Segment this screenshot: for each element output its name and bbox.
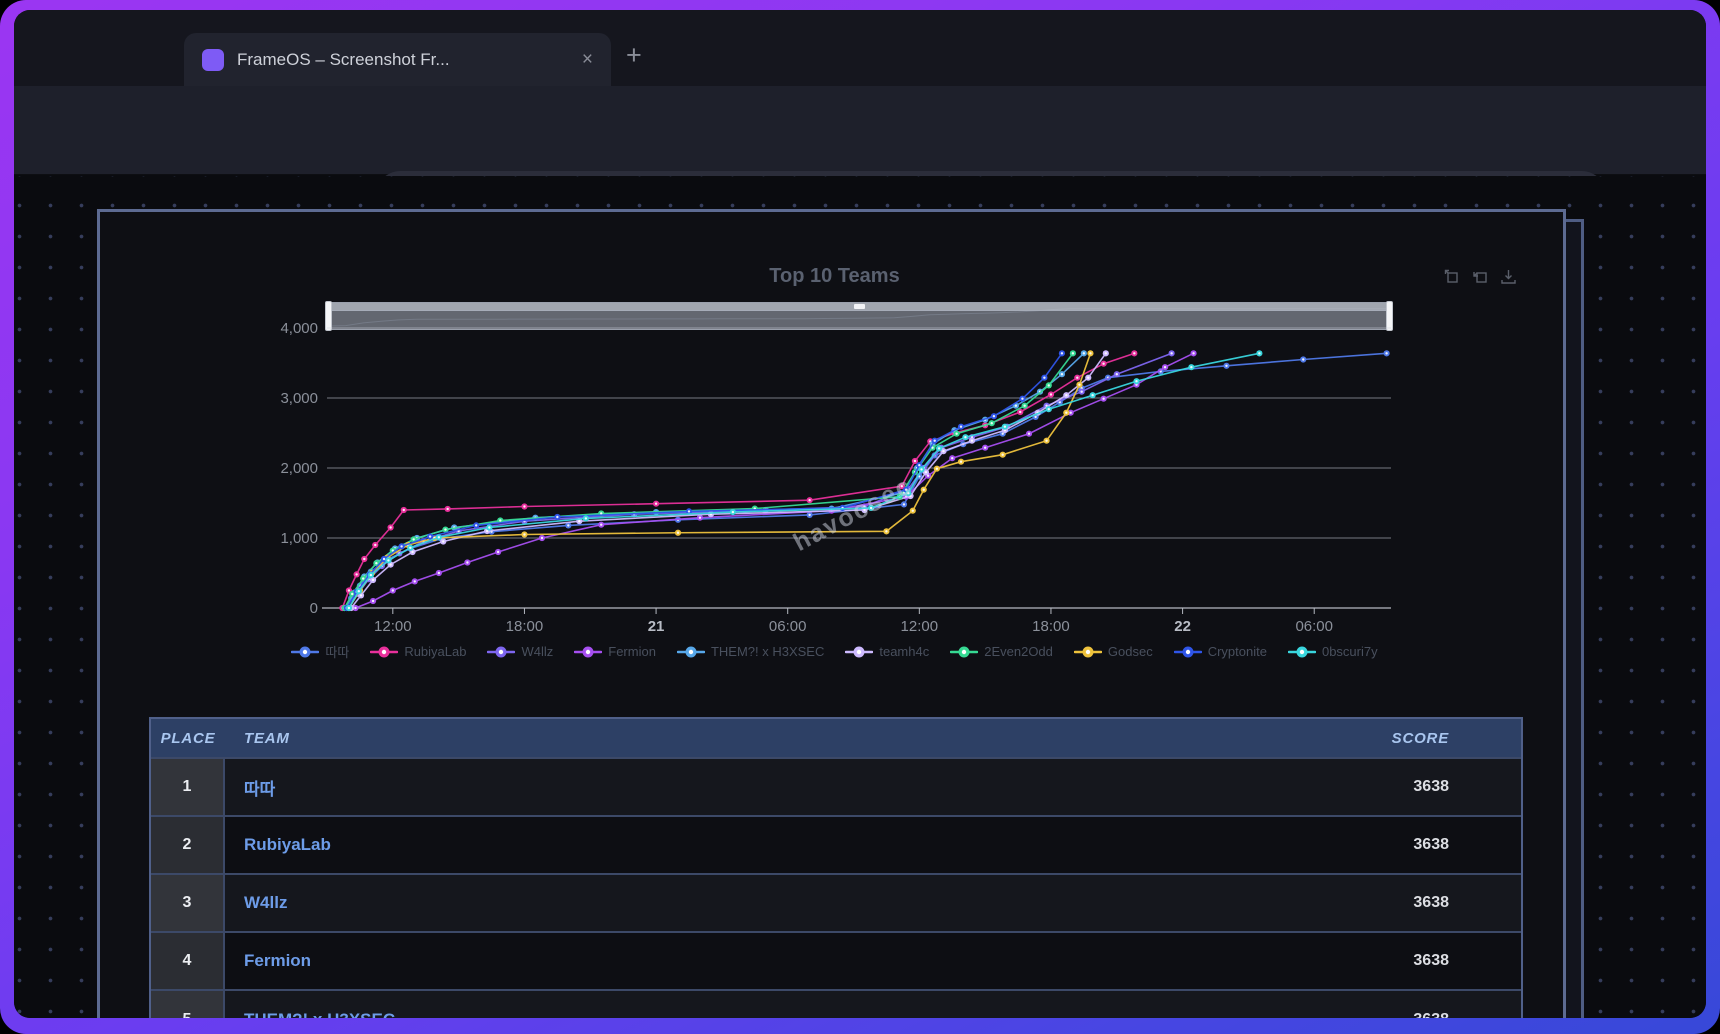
score-cell: 3638	[1291, 933, 1521, 989]
legend-item[interactable]: 0bscuri7y	[1288, 644, 1378, 659]
legend-marker-icon	[1074, 645, 1102, 659]
svg-text:2,000: 2,000	[280, 460, 318, 477]
table-row[interactable]: 1 따따 3638	[151, 759, 1521, 817]
legend-marker-icon	[950, 645, 978, 659]
browser-window: FrameOS – Screenshot Fr... × +	[14, 10, 1706, 1018]
svg-text:4,000: 4,000	[280, 320, 318, 337]
table-row[interactable]: 5 THEM?! x H3XSEC 3638	[151, 991, 1521, 1018]
legend-label: Fermion	[608, 644, 656, 659]
place-cell: 5	[151, 991, 225, 1018]
svg-text:1,000: 1,000	[280, 530, 318, 547]
legend-item[interactable]: 2Even2Odd	[950, 644, 1053, 659]
svg-text:12:00: 12:00	[901, 618, 939, 635]
column-header-team: TEAM	[225, 719, 1291, 757]
legend-item[interactable]: RubiyaLab	[370, 644, 466, 659]
team-link[interactable]: W4llz	[244, 893, 287, 913]
chart-legend: 따따 RubiyaLab W4llz Fermion THEM?! x H3XSEC te…	[100, 642, 1566, 661]
page-background: Top 10 Teams	[14, 176, 1706, 1018]
legend-marker-icon	[370, 645, 398, 659]
score-cell: 3638	[1291, 991, 1521, 1018]
team-cell: RubiyaLab	[225, 817, 1291, 873]
column-header-score: SCORE	[1291, 719, 1521, 757]
table-row[interactable]: 4 Fermion 3638	[151, 933, 1521, 991]
window-frame: FrameOS – Screenshot Fr... × +	[0, 0, 1720, 1034]
score-cell: 3638	[1291, 817, 1521, 873]
legend-label: 2Even2Odd	[984, 644, 1053, 659]
score-cell: 3638	[1291, 875, 1521, 931]
leaderboard-table: PLACE TEAM SCORE 1 따따 3638 2 RubiyaLab 3638 3W…	[149, 717, 1523, 1018]
team-link[interactable]: RubiyaLab	[244, 835, 331, 855]
legend-item[interactable]: 따따	[291, 642, 349, 661]
team-link[interactable]: 따따	[244, 775, 275, 800]
legend-item[interactable]: THEM?! x H3XSEC	[677, 644, 824, 659]
place-cell: 4	[151, 933, 225, 989]
legend-label: W4llz	[521, 644, 553, 659]
score-cell: 3638	[1291, 759, 1521, 815]
svg-text:3,000: 3,000	[280, 390, 318, 407]
legend-marker-icon	[845, 645, 873, 659]
team-cell: THEM?! x H3XSEC	[225, 991, 1291, 1018]
place-cell: 1	[151, 759, 225, 815]
column-header-place: PLACE	[151, 719, 225, 757]
score-progress-chart: 0 1,000 2,000 3,000 4,000 12:00 18:00 21 06:00 12…	[100, 212, 1566, 682]
legend-label: RubiyaLab	[404, 644, 466, 659]
scoreboard-card: Top 10 Teams	[97, 209, 1566, 1018]
legend-label: 따따	[325, 642, 349, 661]
legend-marker-icon	[291, 645, 319, 659]
team-cell: Fermion	[225, 933, 1291, 989]
score-chart-panel: Top 10 Teams	[100, 212, 1566, 682]
team-link[interactable]: Fermion	[244, 951, 311, 971]
svg-text:21: 21	[648, 618, 665, 635]
legend-item[interactable]: Fermion	[574, 644, 656, 659]
legend-marker-icon	[1288, 645, 1316, 659]
browser-tab[interactable]: FrameOS – Screenshot Fr... ×	[184, 33, 611, 86]
svg-text:12:00: 12:00	[374, 618, 412, 635]
svg-text:06:00: 06:00	[1295, 618, 1333, 635]
table-header-row: PLACE TEAM SCORE	[151, 719, 1521, 759]
svg-text:18:00: 18:00	[506, 618, 544, 635]
legend-item[interactable]: teamh4c	[845, 644, 929, 659]
browser-toolbar: frameos.app ☆ •••	[14, 86, 1706, 175]
team-cell: 따따	[225, 759, 1291, 815]
table-body: 1 따따 3638 2 RubiyaLab 3638 3 W4llz 3638 4 Fermion 3…	[151, 759, 1521, 1018]
legend-item[interactable]: Cryptonite	[1174, 644, 1267, 659]
legend-label: THEM?! x H3XSEC	[711, 644, 824, 659]
tab-title: FrameOS – Screenshot Fr...	[237, 50, 569, 70]
new-tab-button[interactable]: +	[626, 42, 642, 69]
svg-text:18:00: 18:00	[1032, 618, 1070, 635]
svg-text:06:00: 06:00	[769, 618, 807, 635]
svg-text:22: 22	[1174, 618, 1191, 635]
favicon-icon	[202, 49, 224, 71]
legend-marker-icon	[1174, 645, 1202, 659]
legend-label: Cryptonite	[1208, 644, 1267, 659]
legend-label: Godsec	[1108, 644, 1153, 659]
place-cell: 2	[151, 817, 225, 873]
legend-item[interactable]: Godsec	[1074, 644, 1153, 659]
table-row[interactable]: 2 RubiyaLab 3638	[151, 817, 1521, 875]
legend-marker-icon	[574, 645, 602, 659]
close-tab-icon[interactable]: ×	[582, 49, 593, 71]
legend-item[interactable]: W4llz	[487, 644, 553, 659]
team-link[interactable]: THEM?! x H3XSEC	[244, 1010, 395, 1018]
table-row[interactable]: 3 W4llz 3638	[151, 875, 1521, 933]
svg-text:0: 0	[310, 600, 318, 617]
place-cell: 3	[151, 875, 225, 931]
legend-marker-icon	[677, 645, 705, 659]
legend-label: 0bscuri7y	[1322, 644, 1378, 659]
tab-strip: FrameOS – Screenshot Fr... × +	[14, 10, 1706, 86]
team-cell: W4llz	[225, 875, 1291, 931]
legend-label: teamh4c	[879, 644, 929, 659]
legend-marker-icon	[487, 645, 515, 659]
